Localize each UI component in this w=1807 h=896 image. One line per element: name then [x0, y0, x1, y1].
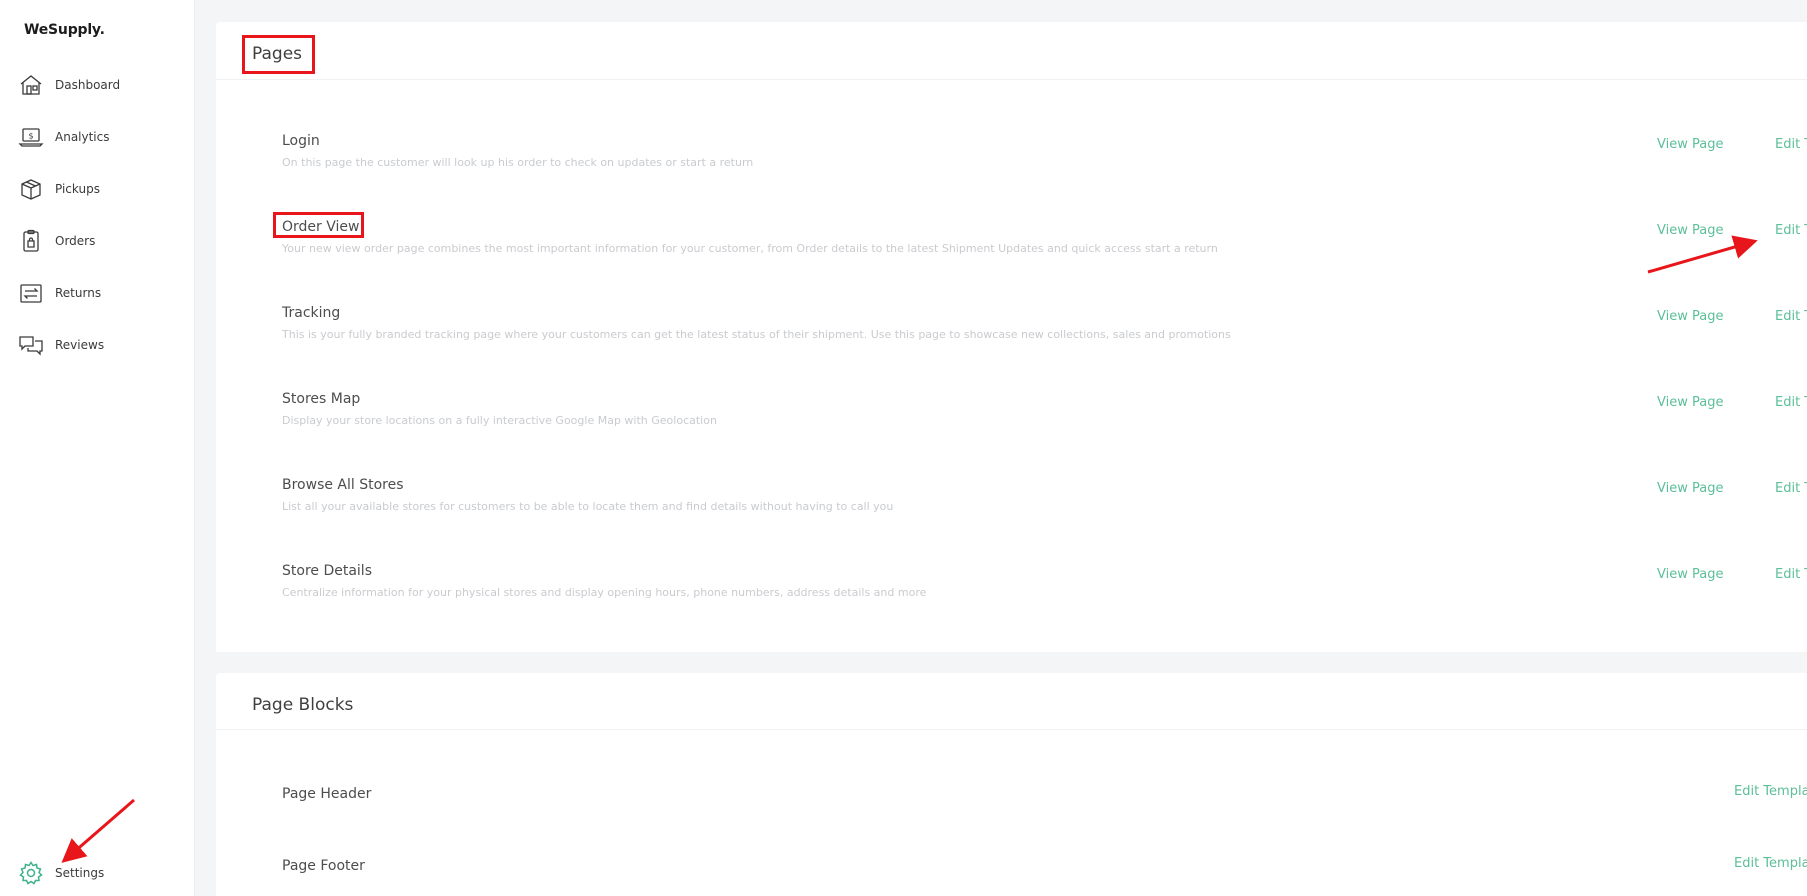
sidebar-item-label: Settings [55, 866, 105, 880]
pages-card-header: Pages [216, 22, 1807, 80]
sidebar-item-label: Pickups [55, 182, 100, 196]
view-page-link[interactable]: View Page [1657, 309, 1723, 324]
pages-card: Pages Login On this page the customer wi… [216, 22, 1807, 652]
page-row-title: Tracking [282, 305, 341, 321]
box-icon [18, 176, 44, 202]
edit-template-link[interactable]: Edit Template [1775, 567, 1807, 582]
view-page-link[interactable]: View Page [1657, 395, 1723, 410]
page-row-description: List all your available stores for custo… [282, 500, 894, 513]
sidebar-item-returns[interactable]: Returns [18, 278, 101, 308]
block-row-page-header: Page Header Edit Template [282, 784, 1807, 808]
chat-bubbles-icon [18, 332, 44, 358]
page-blocks-card: Page Blocks Page Header Edit Template Pa… [216, 673, 1807, 896]
edit-template-link[interactable]: Edit Template [1775, 223, 1807, 238]
page-row-title: Login [282, 133, 320, 149]
view-page-link[interactable]: View Page [1657, 567, 1723, 582]
page-row-description: Centralize information for your physical… [282, 586, 927, 599]
sidebar-item-analytics[interactable]: $ Analytics [18, 122, 110, 152]
sidebar-item-reviews[interactable]: Reviews [18, 330, 104, 360]
page-row-title: Stores Map [282, 391, 361, 407]
block-row-page-footer: Page Footer Edit Template [282, 856, 1807, 880]
sidebar-item-label: Analytics [55, 130, 110, 144]
view-page-link[interactable]: View Page [1657, 223, 1723, 238]
page-row-title: Store Details [282, 563, 372, 579]
edit-template-link[interactable]: Edit Template [1734, 856, 1807, 871]
page-blocks-title: Page Blocks [252, 695, 354, 715]
page-row-description: Display your store locations on a fully … [282, 414, 717, 427]
page-row-tracking: Tracking This is your fully branded trac… [282, 305, 1807, 365]
sidebar-item-label: Dashboard [55, 78, 121, 92]
sidebar-item-orders[interactable]: Orders [18, 226, 95, 256]
page-row-stores-map: Stores Map Display your store locations … [282, 391, 1807, 451]
block-row-title: Page Footer [282, 858, 365, 874]
view-page-link[interactable]: View Page [1657, 481, 1723, 496]
page-row-title: Browse All Stores [282, 477, 404, 493]
sidebar-item-label: Returns [55, 286, 102, 300]
order-view-highlight [273, 212, 364, 238]
page-row-description: On this page the customer will look up h… [282, 156, 754, 169]
page-row-store-details: Store Details Centralize information for… [282, 563, 1807, 623]
sidebar-item-settings[interactable]: Settings [18, 858, 104, 888]
gear-icon [18, 860, 44, 886]
edit-template-link[interactable]: Edit Template [1775, 395, 1807, 410]
page-row-login: Login On this page the customer will loo… [282, 133, 1807, 193]
block-row-title: Page Header [282, 786, 372, 802]
sidebar-item-dashboard[interactable]: Dashboard [18, 70, 120, 100]
edit-template-link[interactable]: Edit Template [1734, 784, 1807, 799]
returns-icon [18, 280, 44, 306]
sidebar-item-label: Reviews [55, 338, 105, 352]
sidebar: WeSupply. Dashboard $ Analytics Pickups … [0, 0, 195, 896]
page-blocks-card-header: Page Blocks [216, 673, 1807, 730]
svg-text:$: $ [28, 132, 33, 141]
page-row-description: Your new view order page combines the mo… [282, 242, 1218, 255]
edit-template-link[interactable]: Edit Template [1775, 481, 1807, 496]
edit-template-link[interactable]: Edit Template [1775, 137, 1807, 152]
sidebar-item-pickups[interactable]: Pickups [18, 174, 100, 204]
page-row-browse-all-stores: Browse All Stores List all your availabl… [282, 477, 1807, 537]
page-row-order-view: Order View Your new view order page comb… [282, 219, 1807, 279]
house-icon [18, 72, 44, 98]
sidebar-item-label: Orders [55, 234, 96, 248]
brand-logo[interactable]: WeSupply. [24, 22, 105, 38]
clipboard-icon [18, 228, 44, 254]
page-row-description: This is your fully branded tracking page… [282, 328, 1231, 341]
edit-template-link[interactable]: Edit Template [1775, 309, 1807, 324]
view-page-link[interactable]: View Page [1657, 137, 1723, 152]
laptop-dollar-icon: $ [18, 124, 44, 150]
pages-title-highlight [242, 35, 315, 74]
